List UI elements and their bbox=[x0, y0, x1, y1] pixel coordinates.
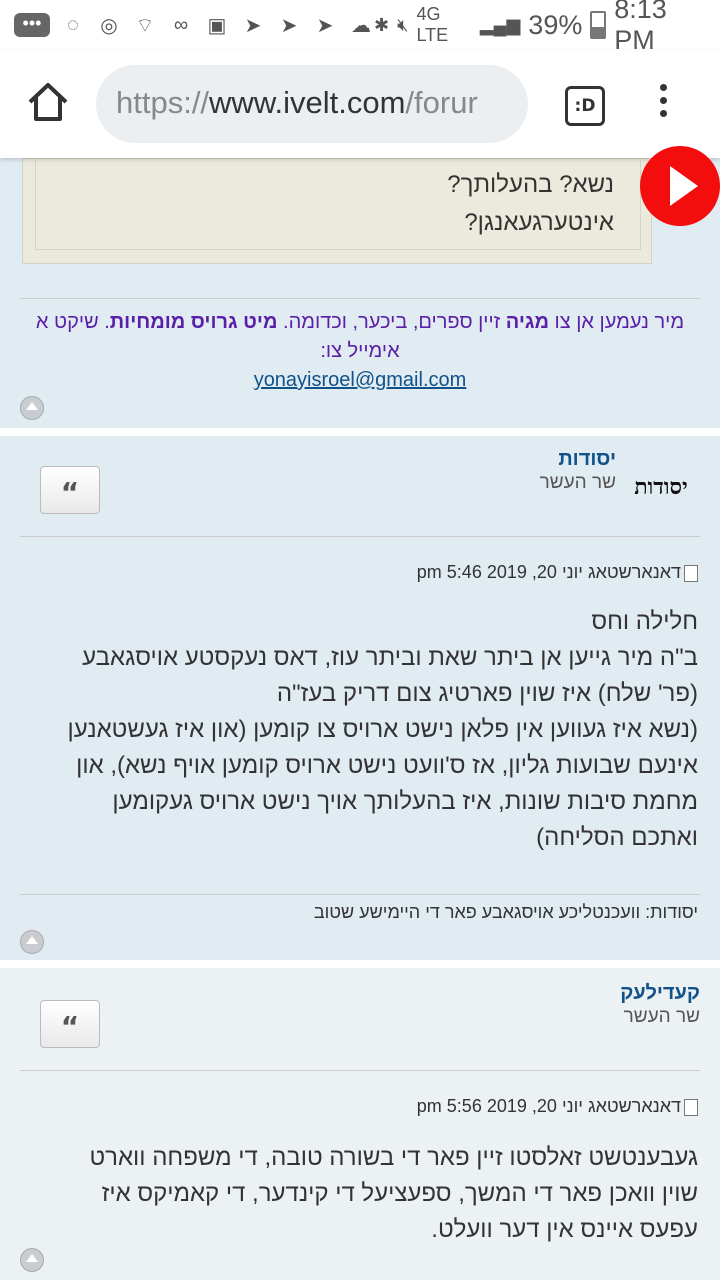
overflow-menu-icon[interactable] bbox=[656, 84, 670, 124]
post-author-link[interactable]: יסודות bbox=[558, 448, 616, 471]
chrome-icon: ◎ bbox=[100, 14, 118, 37]
back-to-top-icon[interactable] bbox=[20, 1248, 44, 1272]
divider bbox=[20, 894, 700, 895]
browser-toolbar: https://www.ivelt.com/forur :D bbox=[0, 50, 720, 158]
mute-icon: 🔇︎ bbox=[397, 14, 409, 35]
more-notifications-icon: ••• bbox=[14, 13, 50, 37]
post-icon[interactable] bbox=[684, 1098, 698, 1116]
quote-button[interactable]: “ bbox=[40, 1000, 100, 1048]
home-icon[interactable] bbox=[26, 80, 70, 124]
post: קעדילעק שר העשר “ דאנארשטאג יוני 20, 201… bbox=[0, 968, 720, 1280]
bluetooth-icon: ✱ bbox=[374, 14, 390, 35]
whatsapp-icon: ◌ bbox=[67, 13, 79, 36]
network-type-label: 4G LTE bbox=[416, 4, 449, 45]
divider bbox=[20, 1070, 700, 1071]
wifi-shield-icon: ⌔ bbox=[135, 14, 155, 37]
voicemail-icon: ∞ bbox=[173, 13, 189, 36]
back-to-top-icon[interactable] bbox=[20, 396, 44, 420]
post-body: חלילה וחס ב"ה מיר גייען אן ביתר שאת ובית… bbox=[67, 608, 698, 851]
url-text: https://www.ivelt.com/forur bbox=[116, 85, 478, 120]
quote-block: נשא? בהעלותך? אינטערגעאנגן? bbox=[22, 158, 652, 264]
post-author-link[interactable]: קעדילעק bbox=[620, 982, 700, 1005]
quote-button[interactable]: “ bbox=[40, 466, 100, 514]
battery-icon bbox=[590, 11, 607, 39]
post-date: דאנארשטאג יוני 20, 2019 5:56 pm bbox=[417, 1096, 698, 1117]
divider bbox=[20, 298, 700, 299]
play-icon[interactable] bbox=[640, 146, 720, 226]
post: יסודות שר העשר יסודות “ דאנארשטאג יוני 2… bbox=[0, 436, 720, 960]
quote-line: אינטערגעאנגן? bbox=[464, 209, 614, 236]
signature: מיר נעמען אן צו מגיה זיין ספרים, ביכער, … bbox=[35, 311, 685, 391]
post-previous: נשא? בהעלותך? אינטערגעאנגן? מיר נעמען אן… bbox=[0, 158, 720, 428]
telegram-icon-2: ➤ bbox=[280, 14, 298, 37]
telegram-icon: ➤ bbox=[244, 14, 262, 37]
clock: 8:13 PM bbox=[614, 0, 667, 55]
tab-switcher-button[interactable]: :D bbox=[565, 86, 605, 126]
cloud-icon: ☁ bbox=[351, 14, 371, 37]
user-rank: שר העשר bbox=[623, 1006, 700, 1027]
signal-icon: ▂▄▆ bbox=[479, 14, 521, 35]
battery-percent: 39% bbox=[528, 9, 583, 40]
back-to-top-icon[interactable] bbox=[20, 930, 44, 954]
svg-text:יסודות: יסודות bbox=[634, 474, 688, 500]
app-icon: ▣ bbox=[207, 14, 227, 37]
telegram-icon-3: ➤ bbox=[316, 14, 334, 37]
email-link[interactable]: yonayisroel@gmail.com bbox=[254, 369, 467, 391]
post-signature: יסודות: וועכנטליכע אויסגאבע פאר די היימי… bbox=[313, 902, 698, 922]
avatar[interactable]: יסודות bbox=[622, 454, 700, 512]
quote-line: נשא? בהעלותך? bbox=[447, 171, 614, 198]
divider bbox=[20, 536, 700, 537]
url-bar[interactable]: https://www.ivelt.com/forur bbox=[96, 65, 528, 143]
user-rank: שר העשר bbox=[539, 472, 616, 493]
status-bar: ••• ◌ ◎ ⌔ ∞ ▣ ➤ ➤ ➤ ☁ ✱ 🔇︎ 4G LTE ▂▄▆ 39… bbox=[0, 0, 720, 55]
post-icon[interactable] bbox=[684, 564, 698, 582]
post-date: דאנארשטאג יוני 20, 2019 5:46 pm bbox=[417, 562, 698, 583]
post-body: געבענטשט זאלסטו זיין פאר די בשורה טובה, … bbox=[89, 1144, 699, 1243]
